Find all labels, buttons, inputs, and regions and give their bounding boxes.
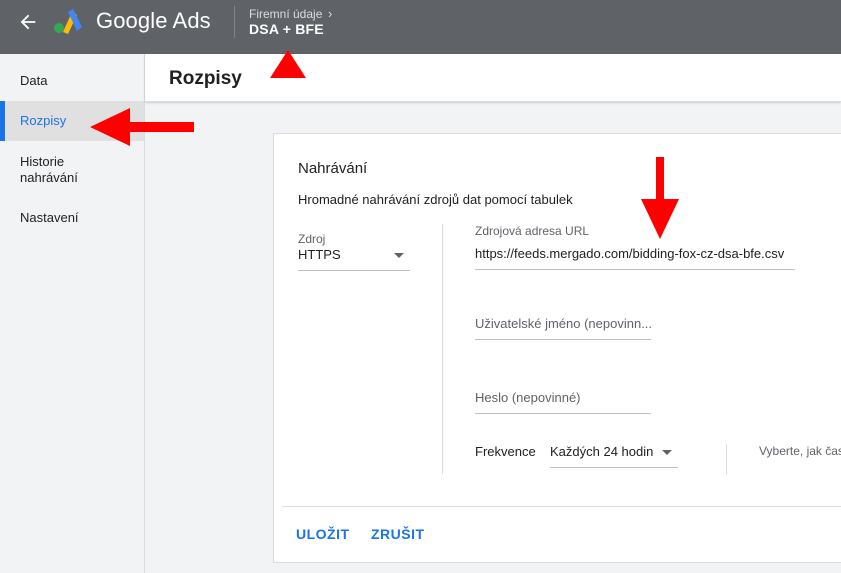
sidebar-item-nastaveni[interactable]: Nastavení <box>0 210 144 226</box>
column-divider <box>442 224 443 474</box>
sidebar-item-data[interactable]: Data <box>0 73 144 89</box>
cancel-button[interactable]: ZRUŠIT <box>371 526 425 542</box>
save-button[interactable]: ULOŽIT <box>296 526 350 542</box>
arrow-back-icon[interactable] <box>17 11 39 33</box>
header-divider <box>234 6 235 38</box>
password-field[interactable] <box>475 384 651 414</box>
upload-card: Nahrávání Hromadné nahrávání zdrojů dat … <box>273 133 841 563</box>
username-input[interactable] <box>475 310 651 331</box>
dropdown-arrow-icon <box>394 253 404 258</box>
source-label: Zdroj <box>298 232 326 246</box>
card-title: Nahrávání <box>298 160 368 177</box>
password-input[interactable] <box>475 384 651 405</box>
url-value: https://feeds.mergado.com/bidding-fox-cz… <box>475 246 785 261</box>
sidebar-item-historie[interactable]: Historie nahrávání <box>0 154 100 186</box>
url-input[interactable]: https://feeds.mergado.com/bidding-fox-cz… <box>475 242 795 270</box>
card-footer-divider <box>282 506 841 507</box>
dropdown-arrow-icon <box>662 450 672 455</box>
frequency-hint: Vyberte, jak čas <box>759 444 841 458</box>
page-title: Rozpisy <box>169 68 242 89</box>
product-name: Google Ads <box>96 8 211 33</box>
breadcrumb-account[interactable]: DSA + BFE <box>249 21 324 37</box>
top-app-bar: Google Ads Firemní údaje › DSA + BFE <box>0 0 841 54</box>
page-header: Rozpisy <box>145 54 841 102</box>
source-select[interactable]: HTTPS <box>298 245 410 271</box>
username-field[interactable] <box>475 310 651 340</box>
annotation-arrow-up-icon <box>270 50 306 78</box>
google-ads-logo-icon <box>53 7 83 34</box>
frequency-label: Frekvence <box>475 444 536 459</box>
chevron-right-icon: › <box>328 6 333 21</box>
source-value: HTTPS <box>298 247 341 262</box>
annotation-arrow-left-icon <box>90 108 194 146</box>
card-description: Hromadné nahrávání zdrojů dat pomocí tab… <box>298 192 573 207</box>
annotation-arrow-down-icon <box>641 157 679 239</box>
frequency-select[interactable]: Každých 24 hodin <box>550 440 678 468</box>
breadcrumb-label[interactable]: Firemní údaje <box>249 7 322 21</box>
url-label: Zdrojová adresa URL <box>475 224 590 238</box>
frequency-divider <box>726 444 727 474</box>
frequency-value: Každých 24 hodin <box>550 444 654 459</box>
